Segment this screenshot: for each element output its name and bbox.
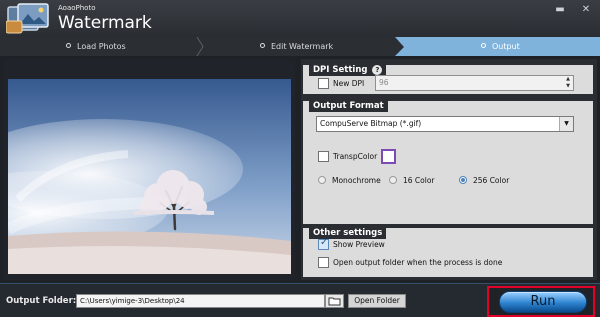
monochrome-radio[interactable]: [318, 176, 326, 184]
app-logo-icon: [6, 3, 49, 34]
step-load-photos[interactable]: Load Photos: [66, 37, 126, 56]
step-output[interactable]: Output: [481, 37, 520, 56]
dpi-value-text: 96: [379, 78, 389, 87]
spin-down-icon[interactable]: ▼: [563, 83, 573, 90]
dpi-setting-title-text: DPI Setting: [313, 65, 368, 75]
format-select-value: CompuServe Bitmap (*.gif): [320, 119, 422, 128]
output-format-title: Output Format: [309, 100, 388, 112]
open-folder-button[interactable]: Open Folder: [348, 294, 406, 308]
app-title: Watermark: [58, 13, 152, 33]
new-dpi-label: New DPI: [333, 79, 365, 88]
run-button-highlight: Run: [487, 286, 595, 317]
step-label: Load Photos: [77, 42, 126, 51]
show-preview-checkbox[interactable]: [318, 237, 329, 250]
spin-up-icon[interactable]: ▲: [563, 76, 573, 83]
step-label: Edit Watermark: [271, 42, 334, 51]
steps-bar: Load Photos Edit Watermark Output: [0, 37, 600, 56]
show-preview-label: Show Preview: [333, 240, 385, 249]
other-settings-section: Other settings: [303, 227, 593, 277]
transp-color-swatch[interactable]: [381, 149, 396, 164]
output-folder-label: Output Folder:: [6, 296, 77, 306]
format-select[interactable]: CompuServe Bitmap (*.gif) ▼: [316, 116, 574, 132]
256-color-label: 256 Color: [473, 176, 510, 185]
step-label: Output: [492, 42, 520, 51]
output-folder-input[interactable]: C:\Users\yimige-3\Desktop\24: [76, 294, 325, 308]
new-dpi-checkbox[interactable]: [318, 78, 329, 89]
help-icon[interactable]: ?: [372, 65, 383, 75]
folder-icon: [328, 297, 341, 306]
16-color-radio[interactable]: [389, 176, 397, 184]
dpi-spin-control[interactable]: ▲ ▼: [563, 76, 573, 90]
transp-color-label: TranspColor: [333, 152, 378, 161]
close-button[interactable]: ✕: [579, 4, 593, 16]
transp-color-checkbox[interactable]: [318, 151, 329, 162]
step-dot-icon: [260, 43, 265, 48]
open-folder-checkbox[interactable]: [318, 257, 329, 268]
browse-folder-button[interactable]: [325, 294, 344, 308]
open-folder-label: Open output folder when the process is d…: [333, 258, 503, 267]
dpi-value-input[interactable]: 96 ▲ ▼: [375, 75, 574, 91]
chevron-down-icon[interactable]: ▼: [559, 117, 573, 131]
monochrome-label: Monochrome: [332, 176, 381, 185]
minimize-button[interactable]: ▬: [553, 4, 567, 16]
16-color-label: 16 Color: [403, 176, 435, 185]
run-button[interactable]: Run: [499, 291, 587, 313]
brand-name: AoaoPhoto: [58, 4, 96, 12]
step-separator-icon: [196, 37, 204, 56]
step-dot-icon: [481, 43, 486, 48]
preview-image: [8, 79, 291, 274]
step-edit-watermark[interactable]: Edit Watermark: [260, 37, 333, 56]
256-color-radio[interactable]: [459, 176, 467, 184]
step-dot-icon: [66, 43, 71, 48]
